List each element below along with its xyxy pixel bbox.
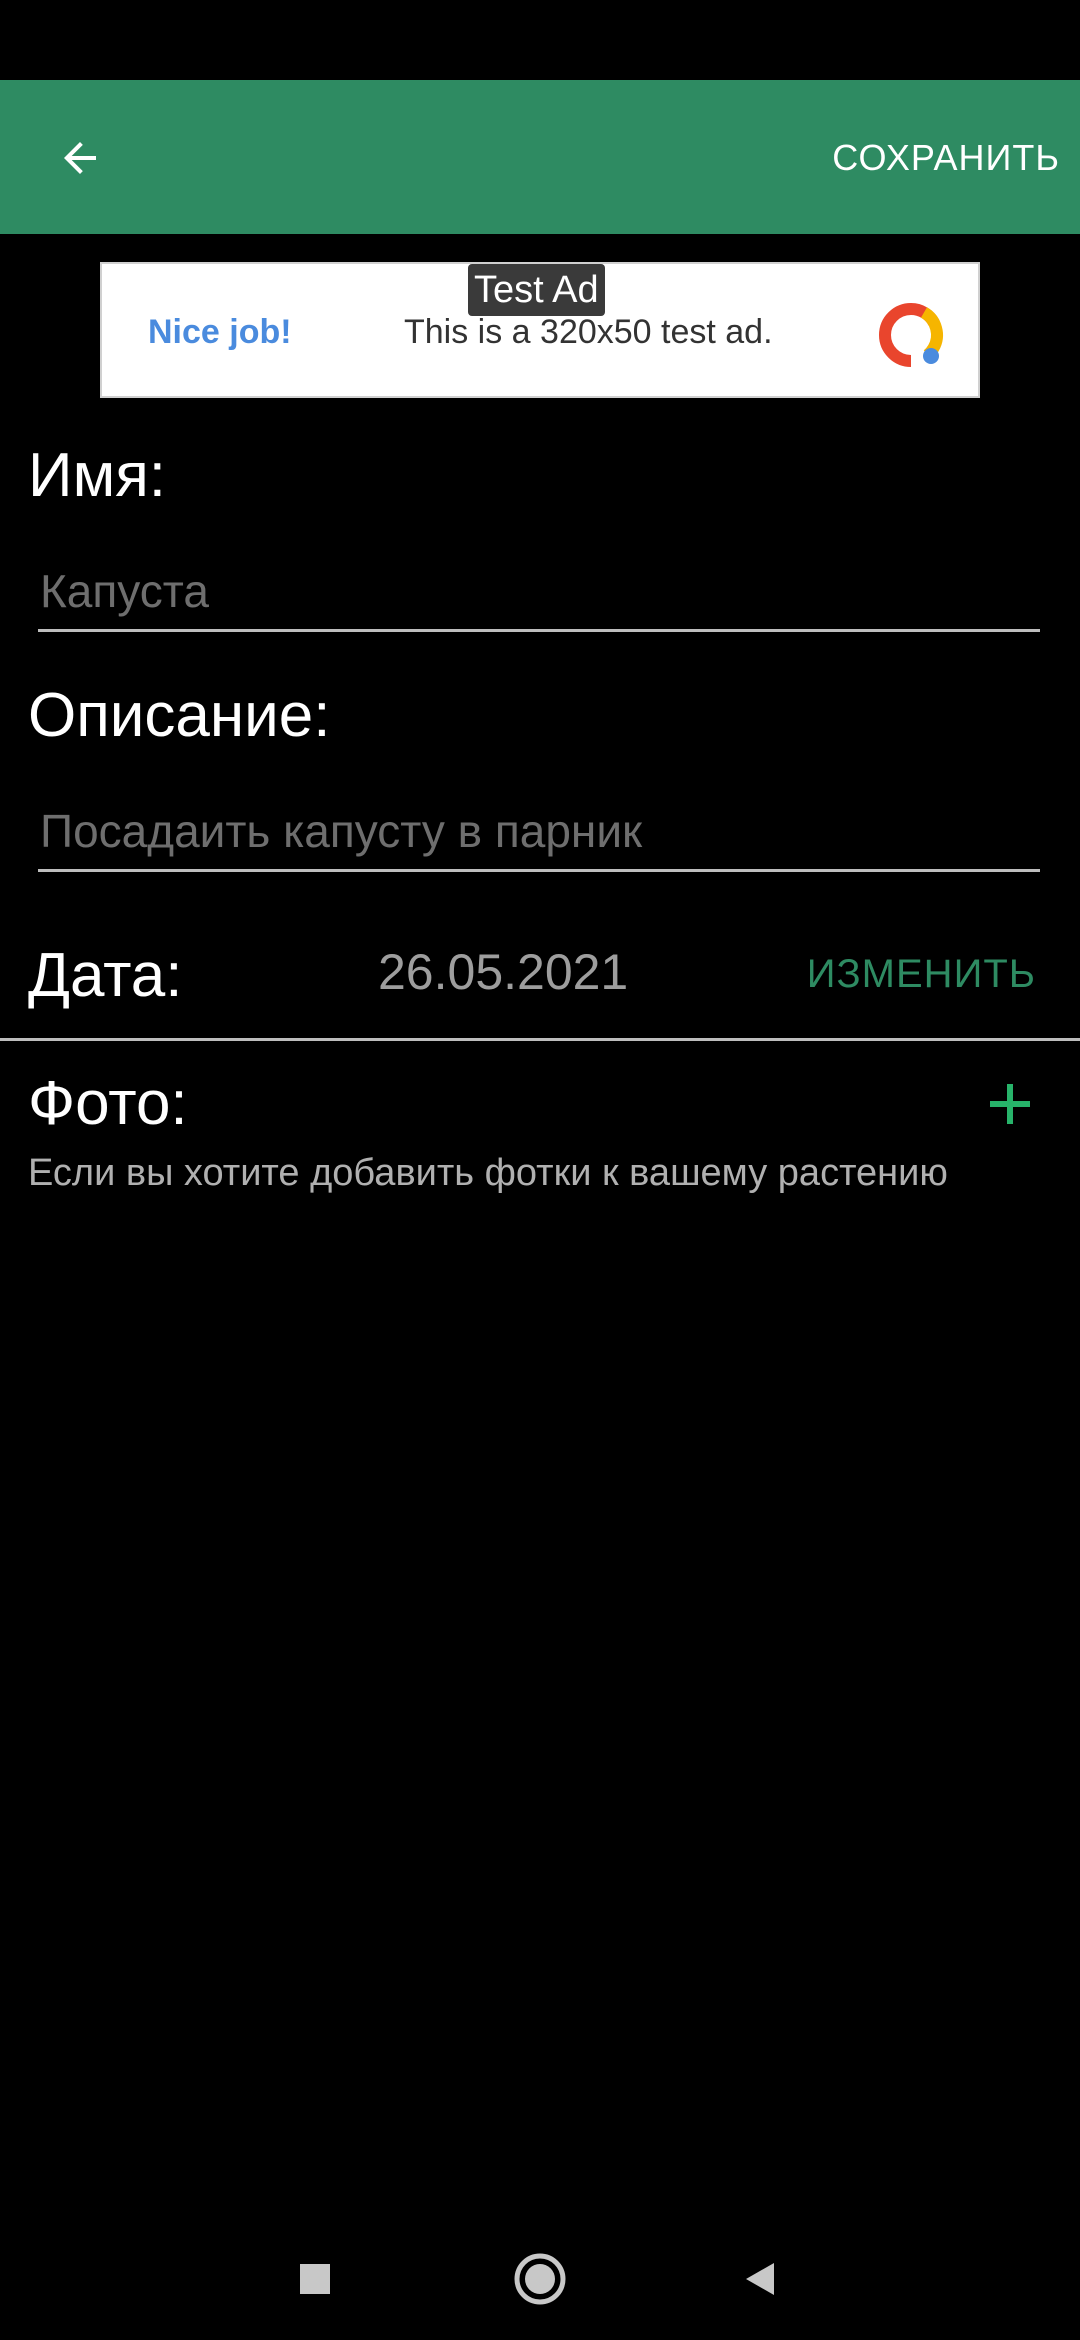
status-bar <box>0 0 1080 80</box>
ad-headline: Nice job! <box>148 313 292 351</box>
add-photo-button[interactable] <box>980 1074 1040 1134</box>
name-label: Имя: <box>28 441 166 510</box>
recents-button[interactable] <box>280 2244 350 2314</box>
triangle-back-icon <box>746 2263 774 2295</box>
date-label: Дата: <box>28 941 183 1010</box>
description-placeholder: Посадаить капусту в парник <box>40 804 643 857</box>
name-input[interactable]: Капуста <box>38 552 1040 632</box>
description-label: Описание: <box>28 681 331 750</box>
date-value: 26.05.2021 <box>378 944 629 1000</box>
arrow-back-icon <box>64 142 96 174</box>
home-button[interactable] <box>505 2244 575 2314</box>
app-bar: СОХРАНИТЬ <box>0 80 1080 234</box>
back-button[interactable] <box>40 118 120 198</box>
photo-hint: Если вы хотите добавить фотки к вашему р… <box>28 1152 948 1194</box>
ad-text: This is a 320x50 test ad. <box>404 313 773 351</box>
description-input[interactable]: Посадаить капусту в парник <box>38 792 1040 872</box>
name-placeholder: Капуста <box>40 564 209 617</box>
change-date-button[interactable]: ИЗМЕНИТЬ <box>807 944 1036 1004</box>
ad-logo-icon <box>879 303 943 367</box>
ad-tag: Test Ad <box>468 264 605 316</box>
system-nav-bar <box>0 2200 1080 2340</box>
save-button[interactable]: СОХРАНИТЬ <box>832 128 1060 188</box>
square-icon <box>300 2264 330 2294</box>
divider <box>0 1038 1080 1041</box>
photo-label: Фото: <box>28 1069 188 1138</box>
ad-banner[interactable]: Test Ad Nice job! This is a 320x50 test … <box>100 262 980 398</box>
plus-icon <box>990 1084 1030 1124</box>
circle-icon <box>514 2253 566 2305</box>
nav-back-button[interactable] <box>725 2244 795 2314</box>
